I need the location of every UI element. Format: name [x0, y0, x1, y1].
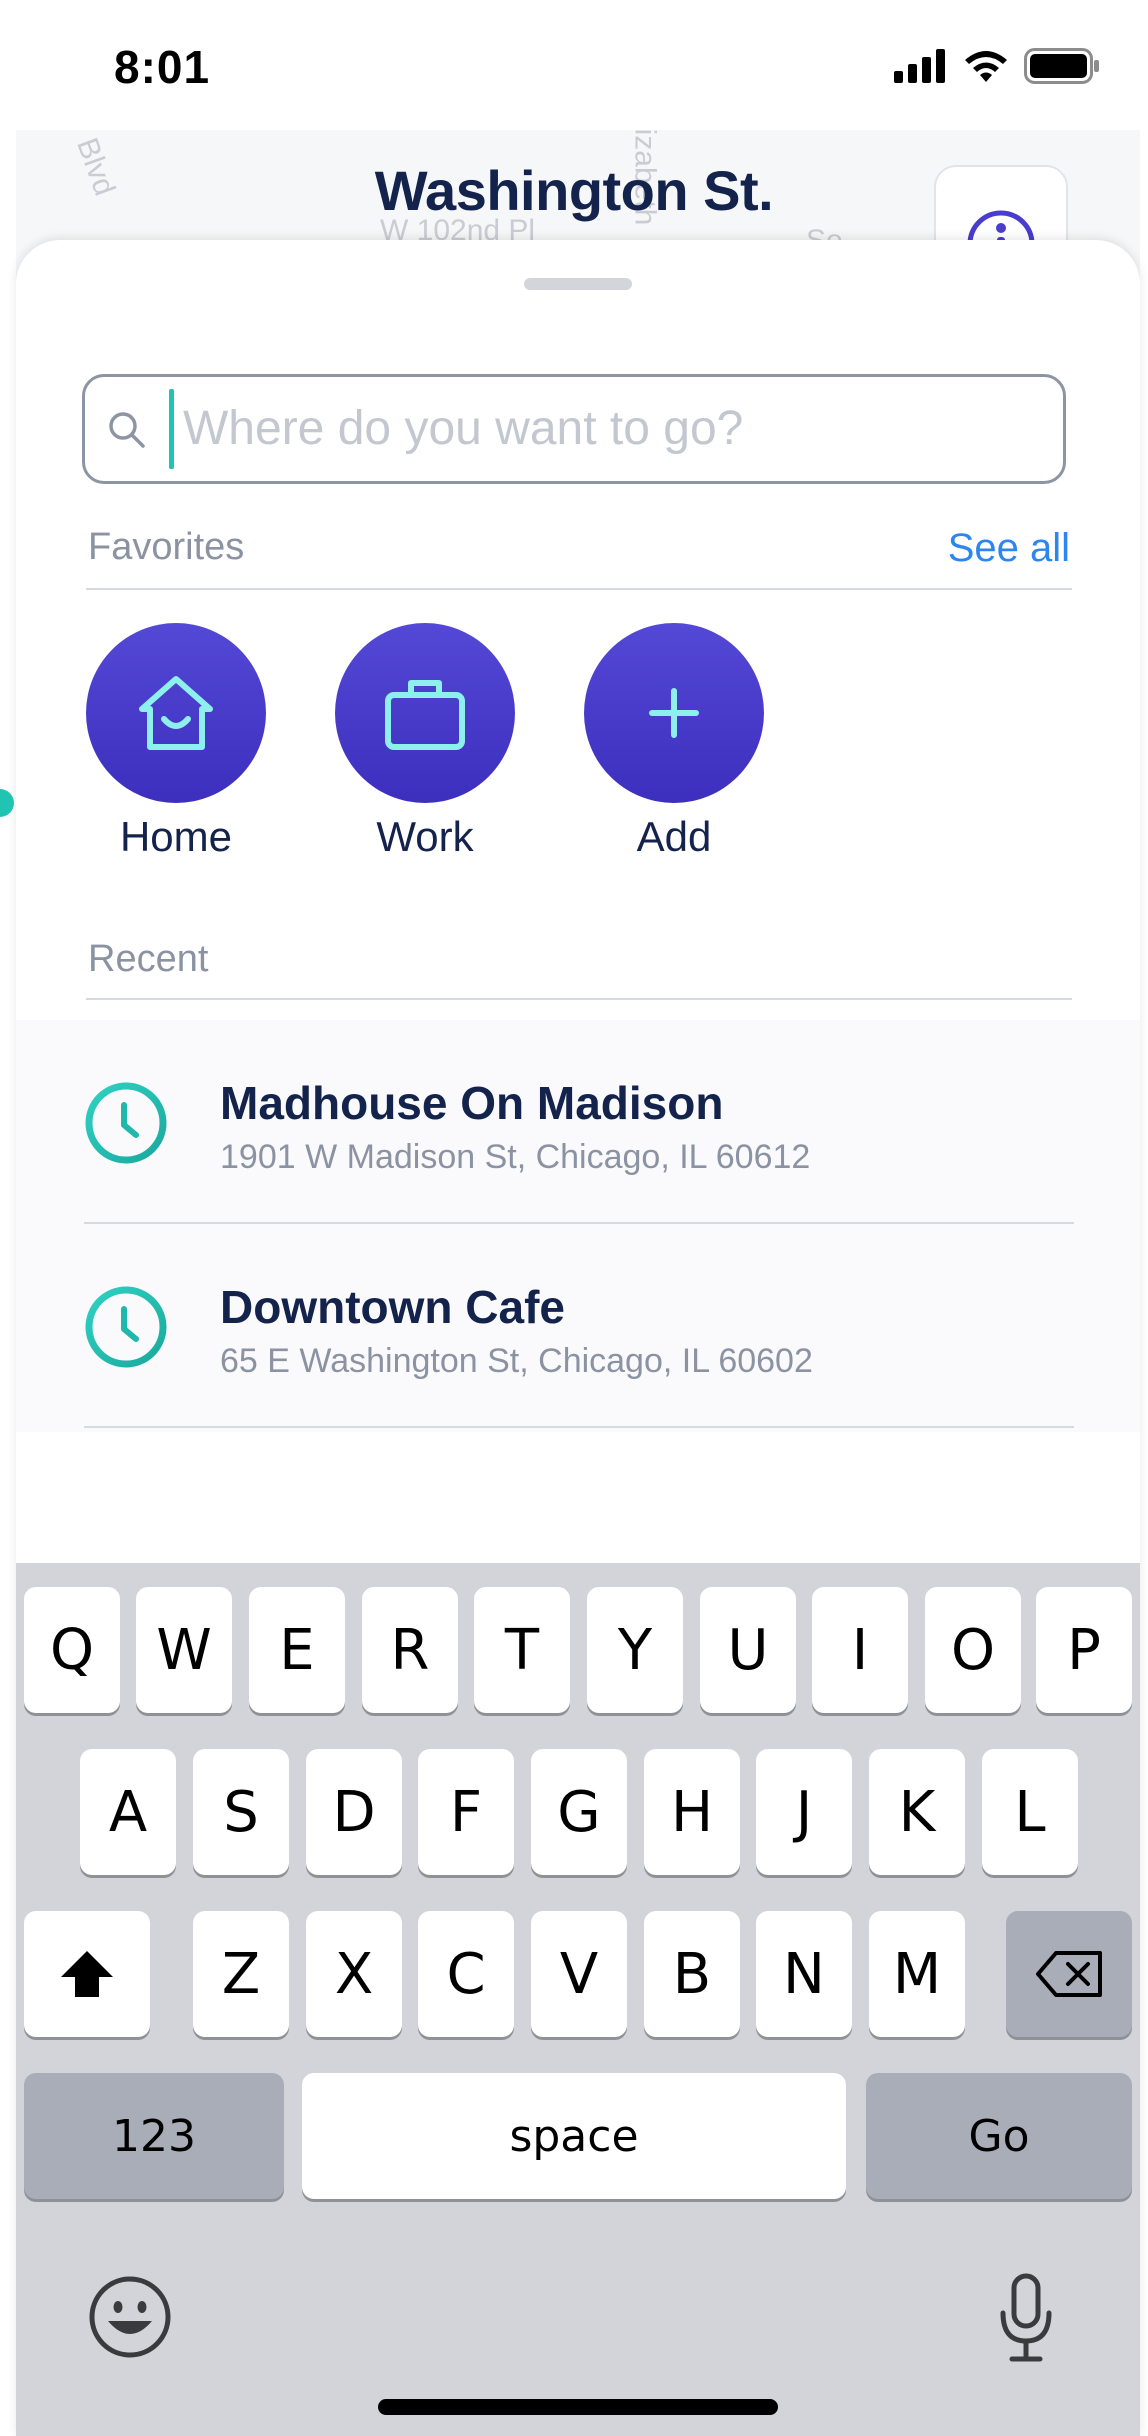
go-key[interactable]: Go	[866, 2073, 1132, 2199]
key-f[interactable]: F	[418, 1749, 514, 1875]
edge-indicator	[0, 789, 14, 817]
recent-place-name: Madhouse On Madison	[220, 1077, 724, 1129]
clock-icon	[85, 1082, 167, 1164]
text-cursor	[169, 389, 174, 469]
key-m[interactable]: M	[869, 1911, 965, 2037]
key-w[interactable]: W	[136, 1587, 232, 1713]
key-u[interactable]: U	[700, 1587, 796, 1713]
key-e[interactable]: E	[249, 1587, 345, 1713]
clock-icon	[85, 1286, 167, 1368]
key-c[interactable]: C	[418, 1911, 514, 2037]
favorite-work[interactable]: Work	[335, 623, 515, 861]
favorite-add[interactable]: Add	[584, 623, 764, 861]
microphone-icon[interactable]	[998, 2273, 1054, 2363]
battery-icon	[1024, 48, 1099, 84]
shift-key[interactable]	[24, 1911, 150, 2037]
plus-icon	[649, 688, 699, 738]
keyboard: Q W E R T Y U I O P A S D F G H J K L Z …	[16, 1563, 1140, 2436]
key-o[interactable]: O	[925, 1587, 1021, 1713]
briefcase-icon	[385, 680, 465, 750]
favorites-title: Favorites	[88, 526, 245, 568]
key-h[interactable]: H	[644, 1749, 740, 1875]
favorite-label: Home	[119, 813, 233, 860]
key-z[interactable]: Z	[193, 1911, 289, 2037]
key-r[interactable]: R	[362, 1587, 458, 1713]
key-n[interactable]: N	[756, 1911, 852, 2037]
favorite-label: Add	[636, 813, 712, 860]
recent-divider	[86, 998, 1072, 1000]
favorite-add-circle	[584, 623, 764, 803]
key-a[interactable]: A	[80, 1749, 176, 1875]
numbers-key[interactable]: 123	[24, 2073, 284, 2199]
key-s[interactable]: S	[193, 1749, 289, 1875]
wifi-icon	[965, 51, 1007, 82]
recent-list: Madhouse On Madison 1901 W Madison St, C…	[16, 1020, 1140, 1432]
key-i[interactable]: I	[812, 1587, 908, 1713]
key-p[interactable]: P	[1036, 1587, 1132, 1713]
key-j[interactable]: J	[756, 1749, 852, 1875]
key-y[interactable]: Y	[587, 1587, 683, 1713]
recent-item[interactable]: Madhouse On Madison 1901 W Madison St, C…	[16, 1020, 1140, 1224]
space-key[interactable]: space	[302, 2073, 846, 2199]
favorites-divider	[86, 588, 1072, 590]
recent-place-address: 65 E Washington St, Chicago, IL 60602	[220, 1342, 813, 1380]
key-l[interactable]: L	[982, 1749, 1078, 1875]
key-g[interactable]: G	[531, 1749, 627, 1875]
key-x[interactable]: X	[306, 1911, 402, 2037]
shift-icon	[61, 1951, 113, 1997]
key-d[interactable]: D	[306, 1749, 402, 1875]
status-icons	[894, 48, 1100, 84]
recent-item[interactable]: Downtown Cafe 65 E Washington St, Chicag…	[16, 1224, 1140, 1428]
row-divider	[84, 1426, 1074, 1428]
search-input[interactable]: Where do you want to go?	[82, 374, 1066, 484]
status-bar: 8:01	[0, 0, 1148, 130]
key-t[interactable]: T	[474, 1587, 570, 1713]
backspace-icon	[1036, 1951, 1102, 1997]
favorite-home-circle	[86, 623, 266, 803]
home-icon	[139, 676, 213, 750]
key-v[interactable]: V	[531, 1911, 627, 2037]
status-time: 8:01	[114, 41, 211, 93]
cellular-signal-icon	[894, 49, 945, 83]
favorite-work-circle	[335, 623, 515, 803]
key-q[interactable]: Q	[24, 1587, 120, 1713]
favorite-label: Work	[376, 813, 474, 860]
search-placeholder: Where do you want to go?	[183, 402, 744, 455]
recent-place-address: 1901 W Madison St, Chicago, IL 60612	[220, 1138, 811, 1176]
home-indicator[interactable]	[378, 2399, 778, 2415]
key-b[interactable]: B	[644, 1911, 740, 2037]
emoji-icon[interactable]	[88, 2275, 172, 2359]
recent-title: Recent	[88, 938, 209, 980]
search-icon	[109, 412, 145, 448]
delete-key[interactable]	[1006, 1911, 1132, 2037]
recent-place-name: Downtown Cafe	[220, 1281, 565, 1333]
key-k[interactable]: K	[869, 1749, 965, 1875]
sheet-grabber[interactable]	[524, 278, 632, 290]
favorite-home[interactable]: Home	[86, 623, 266, 861]
see-all-link[interactable]: See all	[948, 526, 1070, 571]
